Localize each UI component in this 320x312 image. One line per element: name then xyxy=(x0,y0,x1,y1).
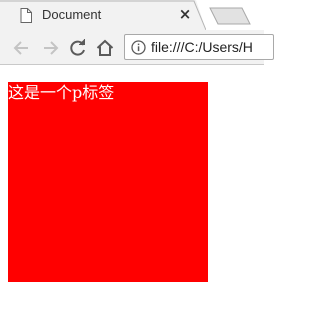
paragraph-text: 这是一个p标签 xyxy=(8,83,115,102)
reload-button[interactable] xyxy=(68,38,88,58)
arrow-right-icon xyxy=(44,41,59,55)
url-text[interactable]: file:///C:/Users/H xyxy=(151,38,253,56)
back-button[interactable] xyxy=(12,38,32,58)
home-button[interactable] xyxy=(95,38,115,58)
forward-button[interactable] xyxy=(40,38,60,58)
tab-strip: Document × xyxy=(0,0,264,30)
address-bar[interactable]: file:///C:/Users/H xyxy=(124,34,274,60)
new-tab-button[interactable] xyxy=(206,4,256,26)
arrow-left-icon xyxy=(13,41,28,55)
page-viewport: 这是一个p标签 xyxy=(0,65,264,312)
reload-icon xyxy=(70,39,85,56)
tab-close-button[interactable]: × xyxy=(176,5,194,23)
home-icon xyxy=(96,39,114,56)
document-icon xyxy=(20,8,32,23)
info-icon[interactable] xyxy=(131,40,146,55)
tab-title[interactable]: Document xyxy=(42,6,101,24)
red-box: 这是一个p标签 xyxy=(8,82,208,282)
browser-toolbar: file:///C:/Users/H xyxy=(0,30,274,65)
